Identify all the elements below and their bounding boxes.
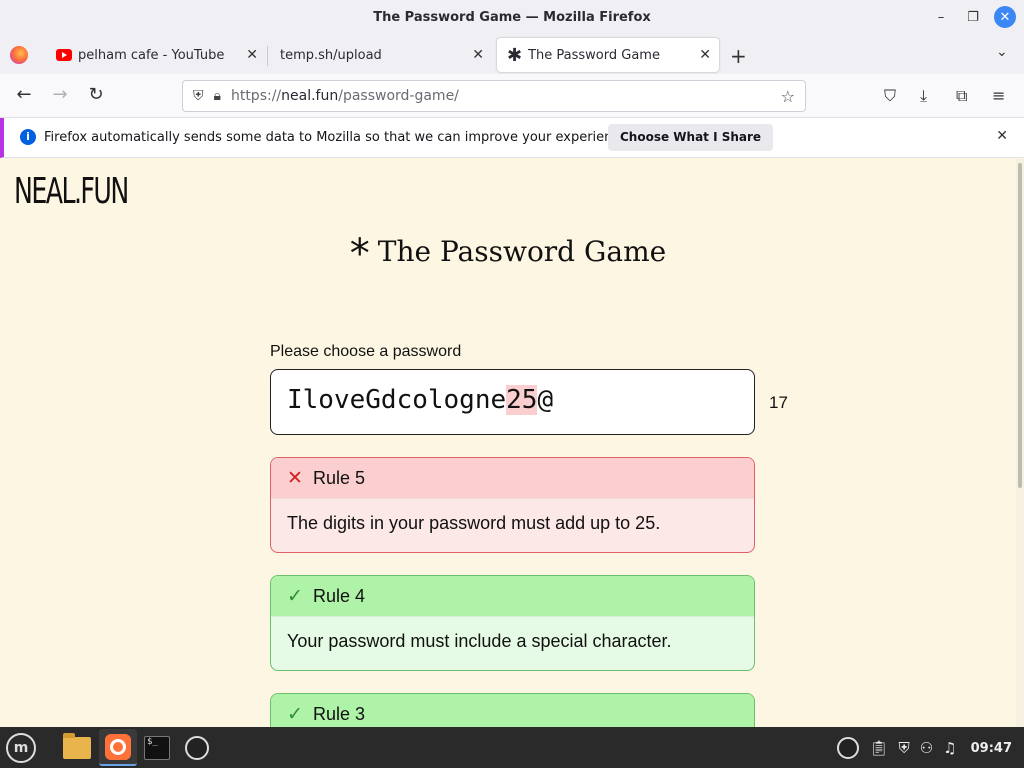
rule-name: Rule 5 xyxy=(313,467,366,488)
password-highlight: 25 xyxy=(506,385,538,415)
page-title: * The Password Game xyxy=(0,231,1016,277)
tab-close-icon[interactable]: ✕ xyxy=(699,47,711,63)
window-controls: – ❐ ✕ xyxy=(930,6,1016,28)
notification-text: Firefox automatically sends some data to… xyxy=(44,130,632,145)
firefox-icon xyxy=(105,733,131,760)
obs-tray-icon[interactable] xyxy=(837,737,860,759)
taskbar-terminal[interactable]: $_ xyxy=(138,729,176,766)
info-icon: i xyxy=(20,129,36,145)
new-tab-button[interactable]: + xyxy=(730,44,747,68)
firefox-view-icon[interactable] xyxy=(10,46,28,64)
rule-text: Your password must include a special cha… xyxy=(271,616,754,670)
window-titlebar: The Password Game — Mozilla Firefox – ❐ … xyxy=(0,0,1024,34)
tab-close-icon[interactable]: ✕ xyxy=(246,47,258,63)
rule-name: Rule 3 xyxy=(313,703,366,724)
choose-what-i-share-button[interactable]: Choose What I Share xyxy=(608,124,774,151)
tab-close-icon[interactable]: ✕ xyxy=(472,47,484,63)
password-label: Please choose a password xyxy=(270,343,462,360)
rule-text: The digits in your password must add up … xyxy=(271,498,754,552)
pocket-icon[interactable]: ⛉ xyxy=(884,86,896,106)
scrollbar-thumb[interactable] xyxy=(1018,163,1022,488)
asterisk-icon: * xyxy=(349,231,370,277)
minimize-button[interactable]: – xyxy=(930,6,952,28)
url-host: neal.fun xyxy=(281,88,339,104)
tab-temp-sh[interactable]: temp.sh/upload ✕ xyxy=(270,38,492,72)
back-button[interactable]: ← xyxy=(12,84,36,105)
folder-icon xyxy=(63,732,91,759)
neal-fun-logo[interactable]: NEAL.FUN xyxy=(14,171,129,212)
tab-password-game[interactable]: ✱ The Password Game ✕ xyxy=(497,38,719,72)
close-window-button[interactable]: ✕ xyxy=(994,6,1016,28)
password-length-counter: 17 xyxy=(769,393,788,412)
system-tray: 📋︎ ⛨ ⚇ ♫ 09:47 xyxy=(837,737,1012,759)
reload-button[interactable]: ↻ xyxy=(84,84,108,105)
check-icon: ✓ xyxy=(287,585,303,607)
tab-bar: pelham cafe - YouTube ✕ temp.sh/upload ✕… xyxy=(0,34,1024,74)
url-scheme: https:// xyxy=(230,88,282,104)
lock-icon[interactable]: 🔒︎ xyxy=(214,88,221,104)
extensions-icon[interactable]: ⧉ xyxy=(956,86,967,106)
start-menu-button[interactable]: m xyxy=(6,733,36,763)
notification-close-icon[interactable]: ✕ xyxy=(996,128,1008,144)
password-text[interactable]: IloveGdcologne25@ xyxy=(287,385,553,415)
page-title-text: The Password Game xyxy=(377,235,667,268)
rule-header: ✕ Rule 5 xyxy=(271,458,754,498)
rule-header: ✓ Rule 3 xyxy=(271,694,754,727)
password-prefix: IloveGdcologne xyxy=(287,385,507,415)
shield-icon[interactable]: ⛨ xyxy=(898,739,909,757)
clipboard-icon[interactable]: 📋︎ xyxy=(869,739,888,757)
tab-list-chevron-icon[interactable]: ⌄ xyxy=(996,44,1008,60)
check-icon: ✓ xyxy=(287,703,303,725)
tab-separator xyxy=(267,46,268,66)
data-notification-bar: i Firefox automatically sends some data … xyxy=(0,118,1024,158)
page-scrollbar[interactable] xyxy=(1016,159,1024,727)
navigation-toolbar: ← → ↻ ⛨ 🔒︎ https://neal.fun/password-gam… xyxy=(0,74,1024,118)
tab-title: pelham cafe - YouTube xyxy=(78,47,225,63)
menu-icon[interactable]: ≡ xyxy=(992,86,1005,105)
taskbar-firefox[interactable] xyxy=(99,729,137,766)
asterisk-icon: ✱ xyxy=(507,44,523,66)
rule-3-card: ✓ Rule 3 xyxy=(270,693,755,727)
os-taskbar: m $_ 📋︎ ⛨ ⚇ ♫ 09:47 xyxy=(0,727,1024,768)
tracking-shield-icon[interactable]: ⛨ xyxy=(193,88,204,104)
network-icon[interactable]: ⚇ xyxy=(920,739,933,757)
url-bar[interactable]: ⛨ 🔒︎ https://neal.fun/password-game/ ☆ xyxy=(182,80,806,112)
rule-header: ✓ Rule 4 xyxy=(271,576,754,616)
downloads-icon[interactable]: ⤓ xyxy=(920,86,927,106)
taskbar-file-manager[interactable] xyxy=(58,729,96,766)
url-text[interactable]: https://neal.fun/password-game/ xyxy=(231,88,459,104)
url-path: /password-game/ xyxy=(338,88,459,104)
forward-button[interactable]: → xyxy=(48,84,72,105)
rule-name: Rule 4 xyxy=(313,585,366,606)
terminal-icon: $_ xyxy=(144,735,170,760)
tab-title: temp.sh/upload xyxy=(280,47,382,63)
rule-4-card: ✓ Rule 4 Your password must include a sp… xyxy=(270,575,755,671)
password-input[interactable]: IloveGdcologne25@ xyxy=(270,369,755,435)
obs-icon xyxy=(185,735,209,760)
clock[interactable]: 09:47 xyxy=(971,741,1012,756)
cross-icon: ✕ xyxy=(287,467,303,489)
rule-5-card: ✕ Rule 5 The digits in your password mus… xyxy=(270,457,755,553)
youtube-icon xyxy=(56,49,72,61)
taskbar-obs[interactable] xyxy=(178,729,216,766)
music-icon[interactable]: ♫ xyxy=(943,739,956,757)
tab-title: The Password Game xyxy=(528,47,660,63)
tab-youtube[interactable]: pelham cafe - YouTube ✕ xyxy=(46,38,266,72)
window-title: The Password Game — Mozilla Firefox xyxy=(373,9,651,25)
password-suffix: @ xyxy=(537,385,554,415)
page-content: NEAL.FUN * The Password Game Please choos… xyxy=(0,159,1016,727)
bookmark-star-icon[interactable]: ☆ xyxy=(781,87,795,106)
restore-button[interactable]: ❐ xyxy=(962,6,984,28)
